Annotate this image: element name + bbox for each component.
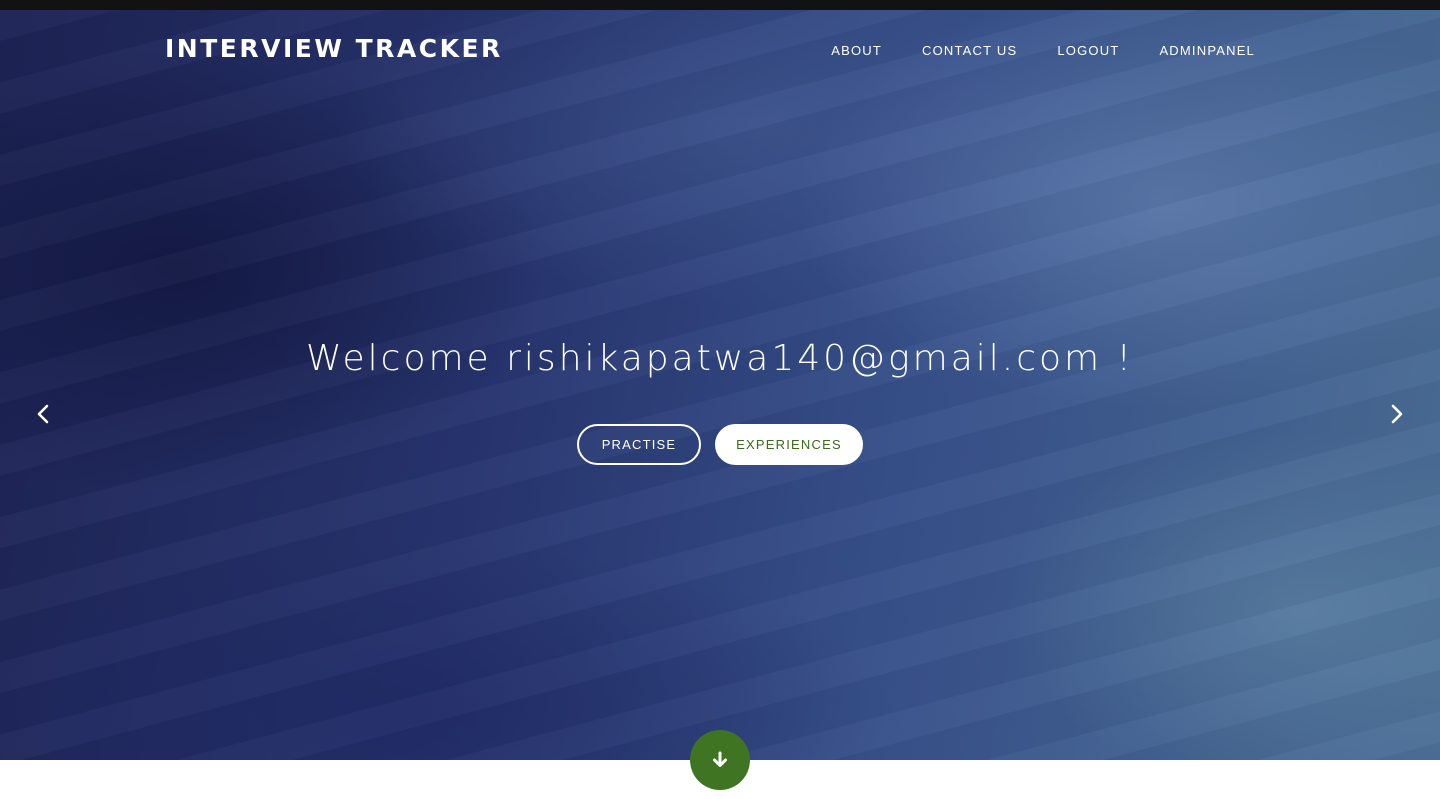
- welcome-heading: Welcome rishikapatwa140@gmail.com !: [306, 338, 1134, 379]
- hero-actions: PRACTISE EXPERIENCES: [0, 424, 1440, 465]
- nav-about[interactable]: ABOUT: [831, 43, 882, 58]
- hero-background-texture: [0, 10, 1440, 760]
- nav-logout[interactable]: LOGOUT: [1057, 43, 1119, 58]
- practise-button[interactable]: PRACTISE: [577, 424, 701, 465]
- nav-contact-us[interactable]: CONTACT US: [922, 43, 1017, 58]
- hero-carousel: INTERVIEW TRACKER ABOUT CONTACT US LOGOU…: [0, 10, 1440, 760]
- browser-top-strip: [0, 0, 1440, 10]
- nav-adminpanel[interactable]: ADMINPANEL: [1159, 43, 1255, 58]
- scroll-down-button[interactable]: [690, 730, 750, 790]
- main-nav: ABOUT CONTACT US LOGOUT ADMINPANEL: [831, 43, 1255, 58]
- experiences-button[interactable]: EXPERIENCES: [715, 424, 863, 465]
- arrow-down-icon: [713, 751, 727, 767]
- site-brand[interactable]: INTERVIEW TRACKER: [165, 34, 503, 63]
